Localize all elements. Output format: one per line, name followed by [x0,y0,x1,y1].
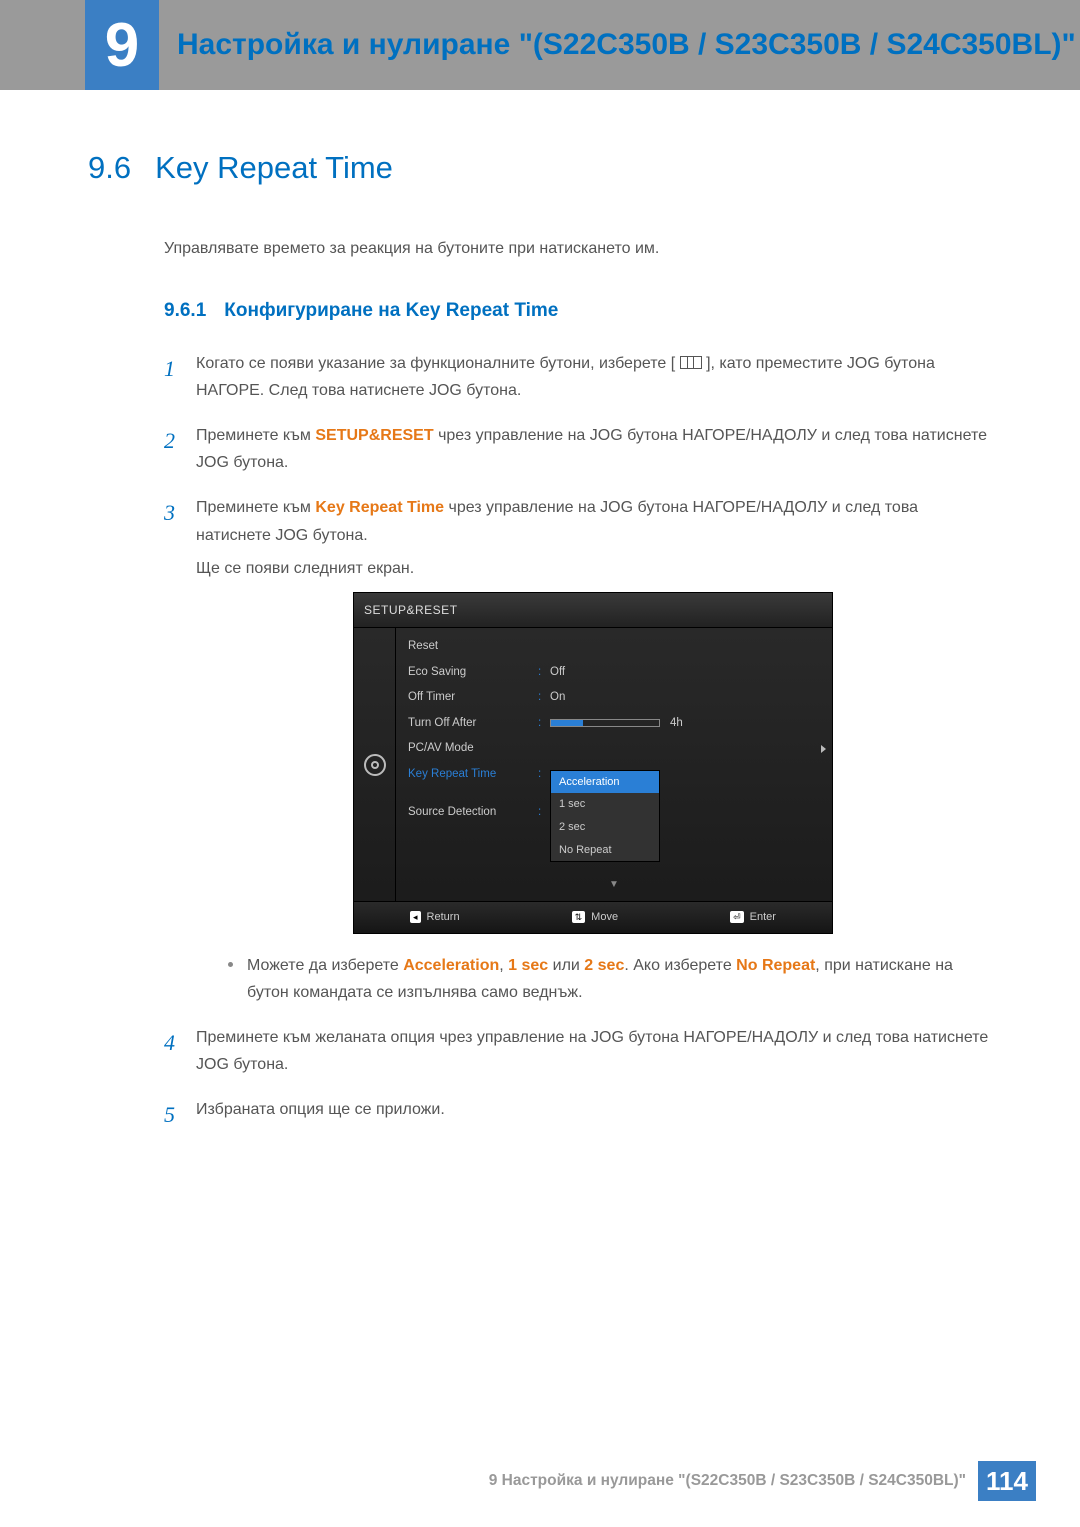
chevron-right-icon [821,745,826,753]
menu-item-off-timer[interactable]: Off Timer : On [396,685,832,711]
menu-icon [680,356,702,369]
chapter-number: 9 [105,10,139,81]
step-4: 4 Преминете към желаната опция чрез упра… [164,1024,990,1078]
option-acceleration[interactable]: Acceleration [551,771,659,794]
step-note: Ще се появи следният екран. [196,555,990,582]
move-key-icon: ⇅ [572,911,586,923]
footer-text: 9 Настройка и нулиране "(S22C350B / S23C… [489,1472,966,1490]
option-no-repeat[interactable]: No Repeat [551,839,659,862]
step-text: Преминете към желаната опция чрез управл… [196,1024,990,1078]
step-text: Преминете към [196,427,315,444]
page-footer: 9 Настройка и нулиране "(S22C350B / S23C… [489,1461,1036,1501]
gear-icon [364,754,386,776]
step-text: Когато се появи указание за функционални… [196,355,675,372]
section-heading: 9.6 Key Repeat Time [88,150,990,186]
dropdown-options: Acceleration 1 sec 2 sec No Repeat [550,770,660,863]
section-description: Управлявате времето за реакция на бутони… [164,236,990,262]
footer-move[interactable]: ⇅Move [572,908,618,927]
step-text: Избраната опция ще се приложи. [196,1096,990,1123]
osd-icon-column [354,628,396,901]
menu-item-pc-av-mode[interactable]: PC/AV Mode [396,736,832,762]
steps-list: 1 Когато се появи указание за функционал… [164,350,990,1134]
menu-item-reset[interactable]: Reset [396,634,832,660]
step-text: Преминете към [196,499,315,516]
enter-key-icon: ⏎ [730,911,744,923]
chevron-down-icon: ▼ [396,874,832,895]
keyword: SETUP&RESET [315,427,433,444]
step-number: 3 [164,494,180,531]
osd-menu: SETUP&RESET Reset Eco Saving : [353,592,833,934]
footer-return[interactable]: ◂Return [410,908,460,927]
osd-footer: ◂Return ⇅Move ⏎Enter [354,901,832,933]
step-number: 1 [164,350,180,387]
menu-item-turn-off-after[interactable]: Turn Off After : 4h [396,711,832,737]
bullet-note: Можете да изберете Acceleration, 1 sec и… [228,952,990,1006]
step-5: 5 Избраната опция ще се приложи. [164,1096,990,1133]
subsection-heading: 9.6.1 Конфигуриране на Key Repeat Time [164,300,990,322]
step-1: 1 Когато се появи указание за функционал… [164,350,990,404]
step-number: 4 [164,1024,180,1061]
step-3: 3 Преминете към Key Repeat Time чрез упр… [164,494,990,1006]
page-number: 114 [978,1461,1036,1501]
osd-title: SETUP&RESET [354,593,832,628]
step-number: 2 [164,422,180,459]
option-1sec[interactable]: 1 sec [551,793,659,816]
subsection-number: 9.6.1 [164,300,206,322]
return-key-icon: ◂ [410,911,421,923]
chapter-header: 9 Настройка и нулиране "(S22C350B / S23C… [0,0,1080,90]
page-content: 9.6 Key Repeat Time Управлявате времето … [0,90,1080,1134]
step-number: 5 [164,1096,180,1133]
section-title: Key Repeat Time [155,150,393,186]
slider[interactable] [550,719,660,727]
chapter-title: Настройка и нулиране "(S22C350B / S23C35… [177,26,1076,64]
menu-item-eco-saving[interactable]: Eco Saving : Off [396,660,832,686]
footer-enter[interactable]: ⏎Enter [730,908,776,927]
chapter-number-box: 9 [85,0,159,90]
keyword: Key Repeat Time [315,499,444,516]
option-2sec[interactable]: 2 sec [551,816,659,839]
step-2: 2 Преминете към SETUP&RESET чрез управле… [164,422,990,476]
subsection-title: Конфигуриране на Key Repeat Time [224,300,558,322]
bullet-icon [228,962,233,967]
section-number: 9.6 [88,150,131,186]
